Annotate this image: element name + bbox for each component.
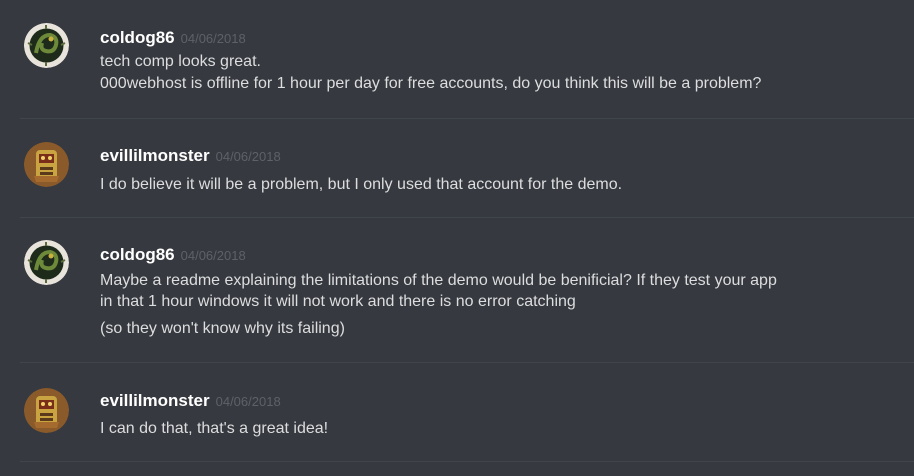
message-text: Maybe a readme explaining the limitation… (100, 272, 777, 289)
message-text: I can do that, that's a great idea! (100, 420, 329, 437)
message-header: coldog86 04/06/2018 (100, 28, 246, 48)
message-text: I do believe it will be a problem, but I… (100, 176, 623, 193)
avatar[interactable] (24, 23, 69, 68)
username[interactable]: coldog86 (100, 245, 175, 264)
message-text: (so they won't know why its failing) (100, 320, 345, 337)
timestamp: 04/06/2018 (215, 394, 281, 409)
message-text: in that 1 hour windows it will not work … (100, 293, 576, 310)
message-divider (20, 362, 914, 363)
message-header: evillilmonster 04/06/2018 (100, 146, 281, 166)
message-divider (20, 118, 914, 119)
message-header: evillilmonster 04/06/2018 (100, 391, 281, 411)
dragon-avatar-icon (24, 240, 69, 285)
timestamp: 04/06/2018 (215, 149, 281, 164)
dragon-avatar-icon (24, 23, 69, 68)
monster-avatar-icon (24, 388, 69, 433)
username[interactable]: evillilmonster (100, 146, 210, 165)
username[interactable]: evillilmonster (100, 391, 210, 410)
avatar[interactable] (24, 142, 69, 187)
avatar[interactable] (24, 240, 69, 285)
timestamp: 04/06/2018 (180, 31, 246, 46)
message-text: 000webhost is offline for 1 hour per day… (100, 75, 762, 92)
username[interactable]: coldog86 (100, 28, 175, 47)
message-divider (20, 461, 914, 462)
message-header: coldog86 04/06/2018 (100, 245, 246, 265)
avatar[interactable] (24, 388, 69, 433)
monster-avatar-icon (24, 142, 69, 187)
message-divider (20, 217, 914, 218)
message-text: tech comp looks great. (100, 53, 261, 70)
timestamp: 04/06/2018 (180, 248, 246, 263)
